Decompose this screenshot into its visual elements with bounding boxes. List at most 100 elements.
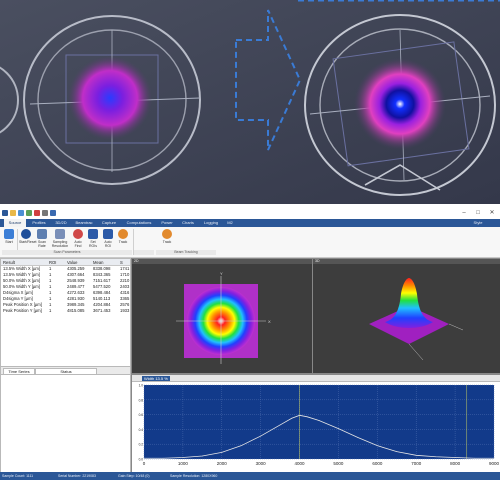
sampling-resolution-button[interactable]: Sampling Resolution [51,229,69,249]
help-icon[interactable] [50,210,56,216]
result-value-cell: 8343.365 [93,272,111,277]
scan-rate-label: Scan Rate [38,240,46,248]
axis-y-label: Y [220,271,223,276]
track-2-label: Track [162,240,172,244]
style-menu[interactable]: Style [470,219,486,227]
result-value-cell: 1 [49,302,52,307]
beam-profiler-window: – □ ✕ Source Profiles 3D/2D Beamtrac Cap… [0,208,500,480]
status-sample-count: Sample Count: 1111 [2,474,34,478]
set-rois-label: Set ROIs [89,240,97,248]
result-value-cell: 4281.930 [67,296,85,301]
beam-3d-view[interactable]: 3D [312,258,500,374]
result-value-cell: 6398.484 [93,290,111,295]
close-button[interactable]: ✕ [486,209,498,217]
x-tick-label: 5000 [333,461,344,466]
start-reset-button[interactable]: Start/Reset [19,229,37,249]
column-header-result[interactable]: Result [3,260,15,265]
data-point [143,457,145,459]
results-header: Result ROI Value Mean S [1,259,130,266]
result-name-cell: 50.0% Width X [µm] [3,278,41,283]
x-tick-label: 3000 [256,461,267,466]
tab-charts[interactable]: Charts [178,219,198,227]
column-header-s[interactable]: S [120,260,123,265]
column-header-mean[interactable]: Mean [93,260,103,265]
export-icon[interactable] [26,210,32,216]
beam-2d-view[interactable]: 2D Y X [131,258,313,374]
save-icon[interactable] [18,210,24,216]
ribbon-tab-bar: Source Profiles 3D/2D Beamtrac Capture C… [0,219,500,227]
data-point [163,457,164,459]
data-point [221,451,223,453]
result-value-cell: 1 [49,290,52,295]
tab-capture[interactable]: Capture [98,219,120,227]
maximize-button[interactable]: □ [472,209,484,217]
column-header-value[interactable]: Value [67,260,77,265]
y-tick-label: 0.0 [139,458,144,462]
start-label: Start [5,240,13,244]
result-value-cell: 4272.633 [67,290,85,295]
data-point [474,457,475,459]
result-value-cell: 2210 [120,278,130,283]
tab-power[interactable]: Power [158,219,176,227]
result-value-cell: 5140.113 [93,296,111,301]
view-3d-title: 3D [315,259,320,263]
result-value-cell: 4815.085 [67,308,85,313]
y-tick-label: 0.6 [139,413,144,417]
result-value-cell: 1 [49,266,52,271]
data-point [299,414,300,416]
camera-photo [0,0,500,204]
tab-beamtrac[interactable]: Beamtrac [72,219,96,227]
result-name-cell: 50.0% Width Y [µm] [3,284,40,289]
data-point [396,451,398,452]
axis-x-label: X [268,319,271,324]
reset-icon [21,229,31,239]
tab-3d2d[interactable]: 3D/2D [52,219,70,227]
roi-icon [88,229,98,239]
minimize-button[interactable]: – [458,209,470,217]
data-point [240,445,242,447]
result-value-cell: 4316 [120,290,130,295]
status-serial-number: Serial Number: 2219083 [58,474,96,478]
result-value-cell: 5477.520 [93,284,111,289]
scan-parameters-group-label: Scan Parameters [2,250,132,255]
result-name-cell: 13.5% Width X [µm] [3,266,41,271]
x-tick-label: 4000 [295,461,306,466]
x-tick-label: 7000 [411,461,422,466]
scan-icon [37,229,47,239]
auto-find-button[interactable]: Auto Find [71,229,85,249]
width-profile-chart[interactable]: 0 1000 2000 3000 4000 5000 6000 7000 8000 9000 1.0… [132,382,500,473]
data-point [454,457,456,458]
tab-profiles[interactable]: Profiles [28,219,50,227]
data-point [201,455,203,457]
status-panel [0,374,131,474]
result-value-cell: 4307.664 [67,272,85,277]
open-icon[interactable] [10,210,16,216]
data-point [260,435,262,437]
start-button[interactable]: Start [2,229,16,249]
result-name-cell: 13.5% Width Y [µm] [3,272,40,277]
set-rois-button[interactable]: Set ROIs [86,229,100,249]
tab-m2[interactable]: M2 [224,219,236,227]
beam-3d-peak [385,278,433,328]
result-value-cell: 7151.617 [93,278,111,283]
result-value-cell: 1710 [120,272,130,277]
column-header-roi[interactable]: ROI [49,260,56,265]
tab-logging[interactable]: Logging [200,219,222,227]
tab-computations[interactable]: Computations [122,219,156,227]
auto-find-label: Auto Find [74,240,82,248]
scan-rate-button[interactable]: Scan Rate [35,229,49,249]
tab-source[interactable]: Source [4,219,26,227]
result-value-cell: 1741 [120,266,130,271]
data-point [357,437,359,438]
sampling-icon [55,229,65,239]
track-button[interactable]: Track [116,229,130,249]
result-name-cell: D4sigma X [µm] [3,290,33,295]
record-icon[interactable] [34,210,40,216]
track-button-2[interactable]: Track [160,229,174,249]
status-sample-resolution: Sample Resolution: 1280X960 [170,474,218,478]
result-value-cell: 4305.259 [67,266,85,271]
result-value-cell: 1 [49,284,52,289]
x-tick-label: 1000 [178,461,189,466]
auto-roi-button[interactable]: Auto ROI [101,229,115,249]
settings-icon[interactable] [42,210,48,216]
